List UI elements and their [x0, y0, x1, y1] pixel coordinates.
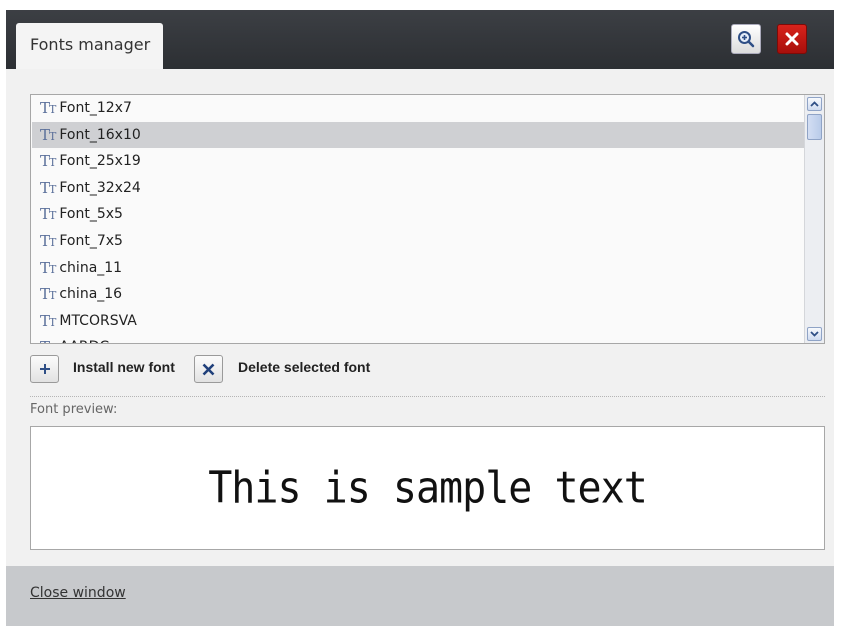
- window-tab: Fonts manager: [16, 23, 163, 69]
- font-type-icon: TT: [40, 232, 56, 250]
- font-list-item-label: AARDC: [59, 339, 109, 343]
- font-list-item[interactable]: TT Font_32x24: [32, 175, 804, 201]
- font-list-item[interactable]: TT Font_7x5: [32, 228, 804, 254]
- font-list-item-label: MTCORSVA: [59, 312, 137, 329]
- scroll-down-button[interactable]: [807, 327, 822, 341]
- delete-font-button[interactable]: [194, 355, 223, 383]
- close-window-button[interactable]: [777, 24, 807, 54]
- font-type-icon: TT: [40, 99, 56, 117]
- content-area: TT Font_12x7 TT Font_16x10 TT Font_25x19 TT Fon…: [6, 69, 834, 566]
- chevron-up-icon: [810, 101, 819, 107]
- font-type-icon: TT: [40, 205, 56, 224]
- font-preview-box: This is sample text: [30, 426, 825, 550]
- font-list-item-label: Font_25x19: [59, 153, 141, 170]
- font-list-item[interactable]: TT Font_25x19: [32, 148, 804, 174]
- preview-label: Font preview:: [30, 402, 118, 417]
- font-list-item-label: Font_5x5: [59, 206, 123, 223]
- font-list-item[interactable]: TT Font_12x7: [32, 95, 804, 121]
- preview-sample-text: This is sample text: [208, 462, 648, 514]
- font-type-icon: TT: [40, 285, 56, 304]
- scroll-up-button[interactable]: [807, 97, 822, 111]
- delete-font-label[interactable]: Delete selected font: [238, 359, 370, 375]
- font-type-icon: TT: [40, 178, 56, 197]
- font-type-icon: TT: [40, 311, 56, 330]
- font-list-item[interactable]: TT Font_5x5: [32, 201, 804, 227]
- font-list-item[interactable]: TTAARDC: [32, 334, 804, 343]
- window-title: Fonts manager: [30, 35, 151, 54]
- font-list-item-label: Font_12x7: [59, 100, 132, 116]
- divider: [30, 396, 825, 397]
- font-list-item-label: Font_7x5: [59, 233, 123, 249]
- zoom-button[interactable]: [731, 24, 761, 54]
- title-bar: Fonts manager: [6, 10, 834, 69]
- font-list-item-label: Font_16x10: [59, 126, 141, 143]
- font-type-icon: TT: [40, 258, 56, 277]
- font-list-item-label: china_11: [59, 259, 123, 276]
- zoom-in-icon: [738, 31, 755, 48]
- font-type-icon: TT: [40, 125, 56, 144]
- close-icon: [785, 32, 799, 46]
- chevron-down-icon: [810, 331, 819, 337]
- scroll-thumb[interactable]: [807, 114, 822, 140]
- font-list-item[interactable]: TT china_11: [32, 255, 804, 281]
- font-list-item[interactable]: TT china_16: [32, 281, 804, 307]
- font-list[interactable]: TT Font_12x7 TT Font_16x10 TT Font_25x19 TT Fon…: [30, 94, 825, 344]
- font-list-item[interactable]: TT MTCORSVA: [32, 308, 804, 334]
- delete-x-icon: [202, 363, 215, 375]
- font-type-icon: TT: [40, 338, 56, 343]
- plus-icon: [39, 364, 50, 374]
- close-window-link[interactable]: Close window: [30, 585, 126, 601]
- footer-bar: Close window: [6, 566, 834, 626]
- font-list-item[interactable]: TT Font_16x10: [32, 121, 804, 148]
- install-font-button[interactable]: [30, 355, 59, 383]
- font-list-item-label: Font_32x24: [59, 179, 141, 196]
- list-scrollbar[interactable]: [804, 95, 824, 343]
- install-font-label[interactable]: Install new font: [73, 359, 175, 375]
- font-list-item-label: china_16: [59, 286, 123, 303]
- font-type-icon: TT: [40, 152, 56, 171]
